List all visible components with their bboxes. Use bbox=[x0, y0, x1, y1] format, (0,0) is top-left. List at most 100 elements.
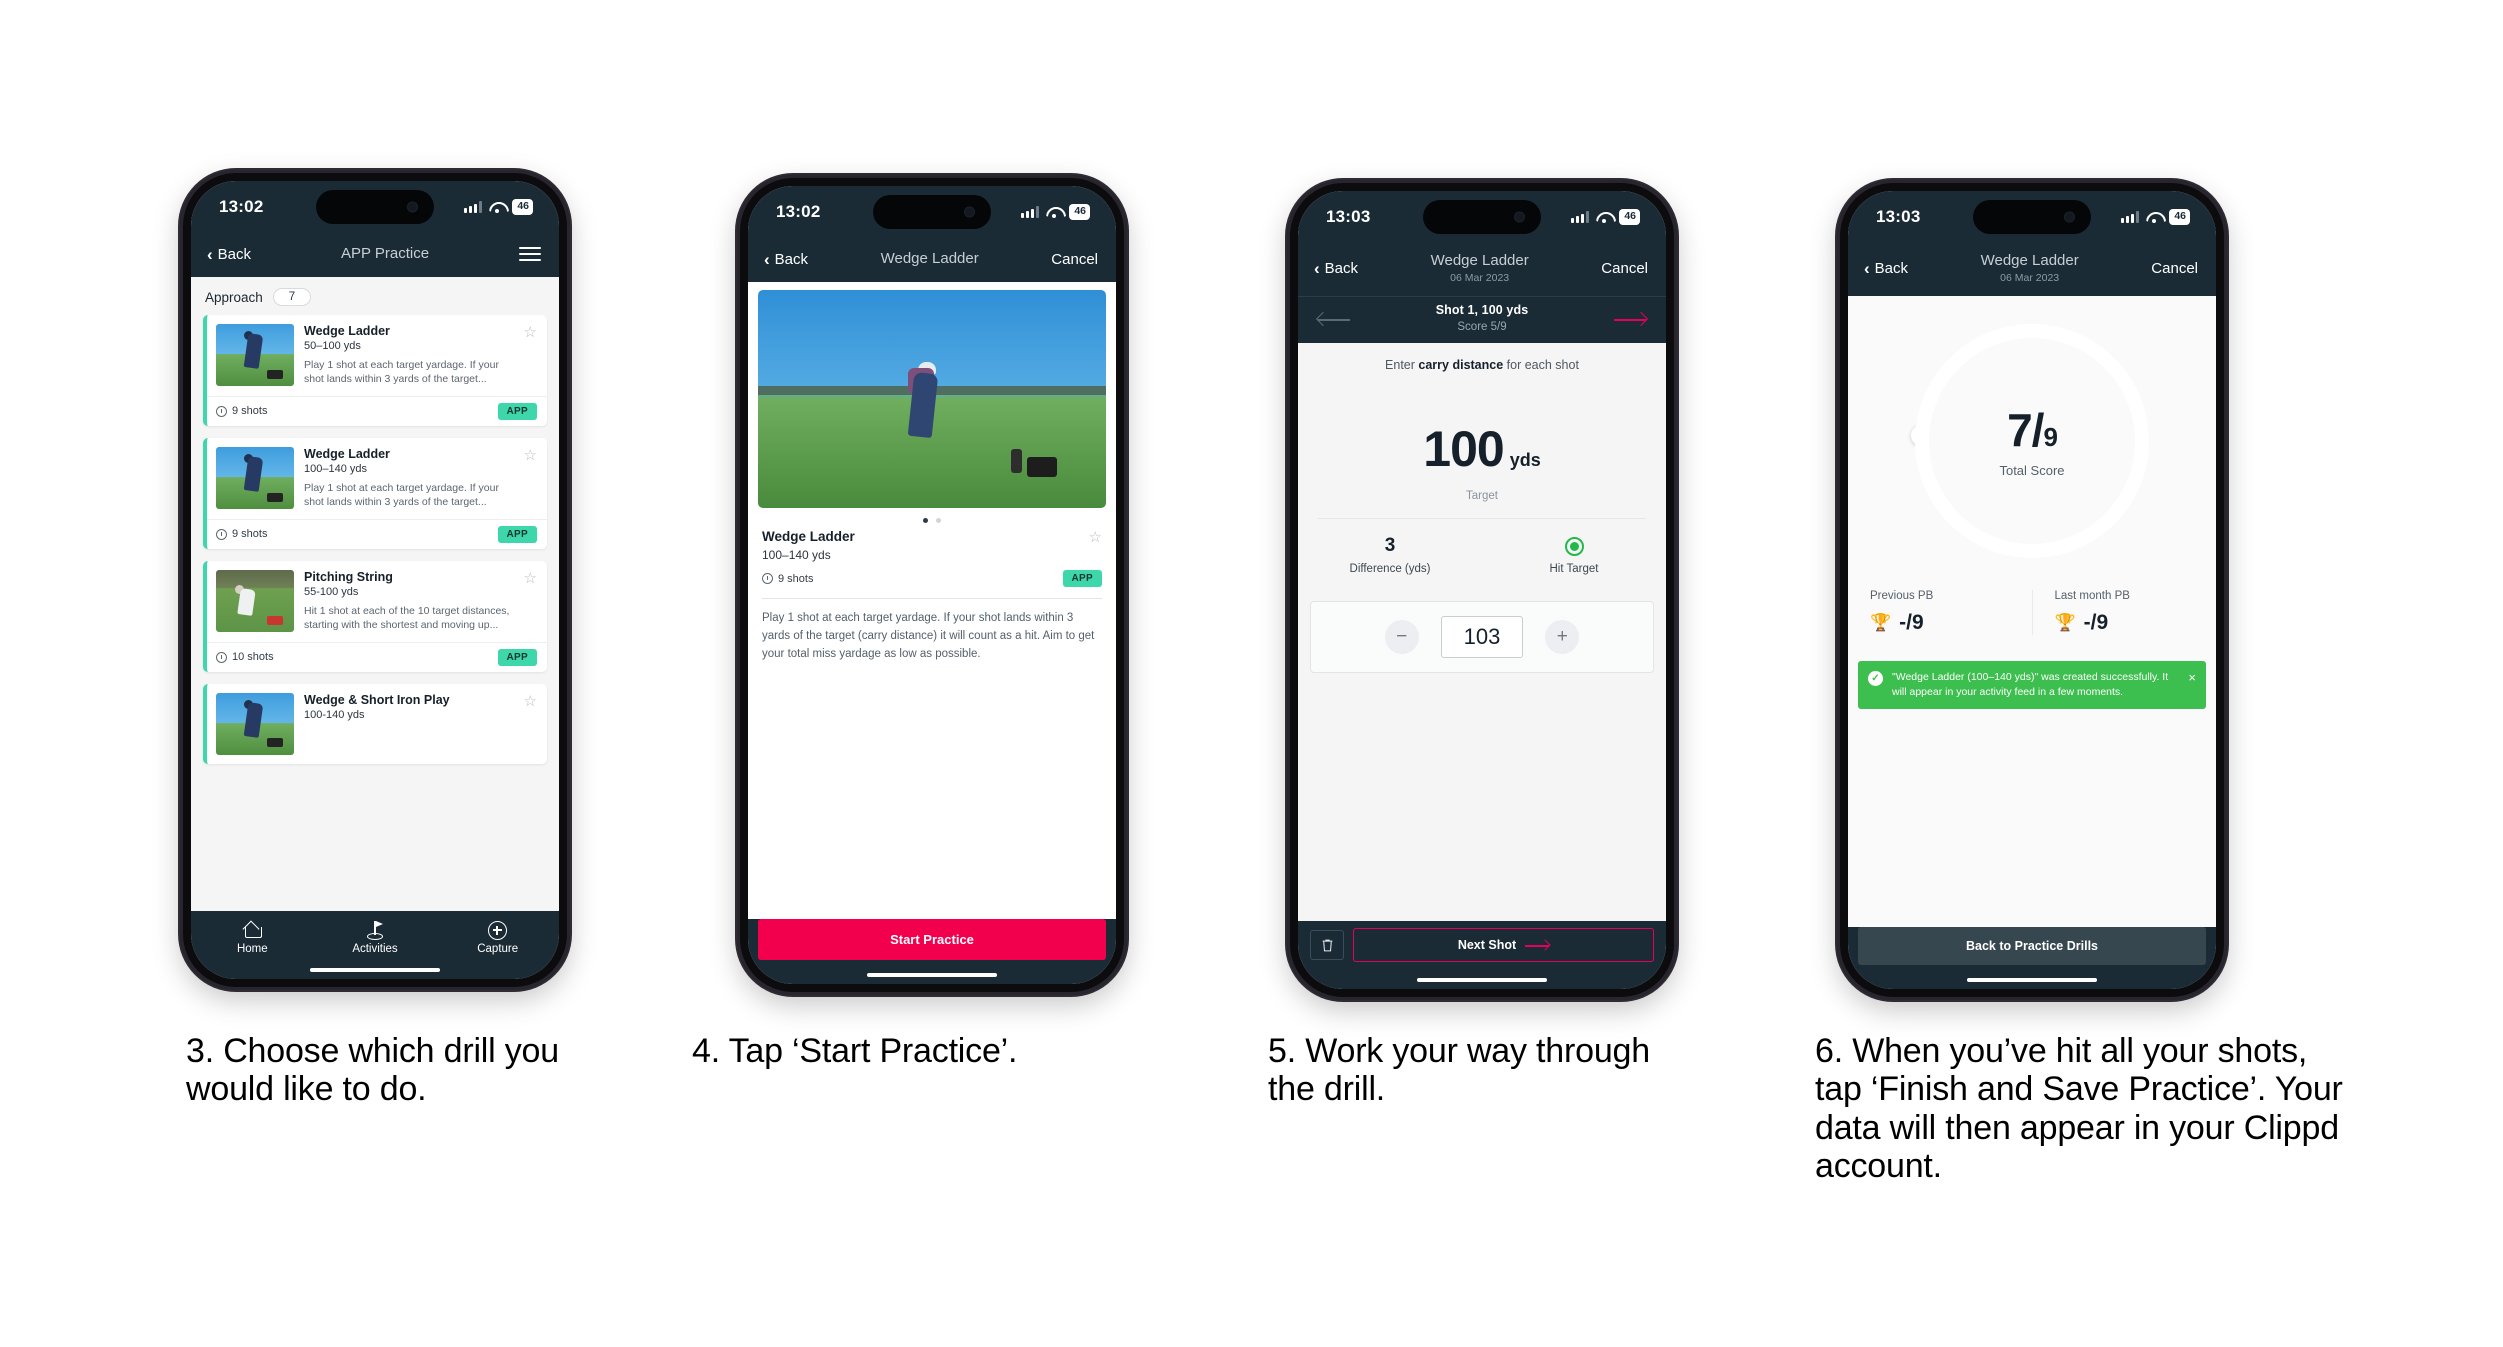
status-indicators: 46 bbox=[1021, 204, 1090, 220]
shot-count: 9 shots bbox=[216, 528, 267, 540]
increment-button[interactable]: + bbox=[1545, 619, 1580, 654]
clock-icon bbox=[216, 405, 227, 417]
tab-activities[interactable]: Activities bbox=[314, 920, 437, 955]
close-icon[interactable]: × bbox=[2188, 671, 2196, 684]
caption-step-4: 4. Tap ‘Start Practice’. bbox=[692, 1032, 1018, 1070]
back-label: Back bbox=[217, 245, 252, 263]
trash-icon[interactable] bbox=[1310, 930, 1344, 960]
drill-description: Play 1 shot at each target yardage. If y… bbox=[762, 612, 1095, 660]
cancel-button[interactable]: Cancel bbox=[1051, 251, 1098, 268]
front-camera-icon bbox=[1514, 211, 1525, 223]
status-indicators: 46 bbox=[464, 199, 533, 215]
next-shot-button[interactable]: Next Shot bbox=[1353, 928, 1654, 962]
score-denominator: 9 bbox=[2043, 422, 2058, 453]
category-tag: APP bbox=[1062, 570, 1102, 587]
carousel-dots[interactable] bbox=[748, 508, 1116, 527]
carry-distance-input[interactable]: 103 bbox=[1440, 615, 1524, 658]
carousel-dot-active bbox=[923, 518, 928, 523]
start-practice-button[interactable]: Start Practice bbox=[758, 919, 1106, 960]
favourite-star-icon[interactable]: ☆ bbox=[524, 694, 537, 755]
phone-3-screen: 13:03 46 ‹ Back Wedge Ladder 06 Mar 2023… bbox=[1298, 191, 1666, 989]
target-display: 100 yds Target bbox=[1298, 420, 1666, 502]
cancel-button[interactable]: Cancel bbox=[1601, 260, 1648, 277]
phone-3-shot-entry: 13:03 46 ‹ Back Wedge Ladder 06 Mar 2023… bbox=[1287, 180, 1677, 1000]
drill-yardage: 100–140 yds bbox=[304, 462, 367, 475]
favourite-star-icon[interactable]: ☆ bbox=[524, 571, 537, 633]
drill-description: Play 1 shot at each target yardage. If y… bbox=[304, 481, 499, 509]
cancel-button[interactable]: Cancel bbox=[2151, 260, 2198, 277]
caption-step-5: 5. Work your way through the drill. bbox=[1268, 1032, 1650, 1109]
phone-1-screen: 13:02 46 ‹ Back APP Practice Approach 7 … bbox=[191, 181, 559, 979]
clock-icon bbox=[216, 651, 227, 663]
drill-card[interactable]: Wedge & Short Iron Play 100-140 yds ☆ bbox=[203, 683, 547, 764]
back-to-practice-drills-button[interactable]: Back to Practice Drills bbox=[1858, 927, 2206, 965]
score-ring: 7/9 Total Score bbox=[1911, 322, 2151, 560]
drill-card-footer: 9 shots APP bbox=[207, 395, 547, 426]
previous-pb-value-row: 🏆 -/9 bbox=[1870, 611, 2032, 635]
tab-home[interactable]: Home bbox=[191, 920, 314, 955]
drill-yardage: 100-140 yds bbox=[304, 708, 365, 721]
status-time: 13:03 bbox=[1876, 207, 1921, 226]
back-label: Back bbox=[774, 250, 809, 268]
hamburger-menu-icon[interactable] bbox=[518, 246, 541, 262]
score-value: 7/9 bbox=[2007, 403, 2058, 457]
tab-capture-label: Capture bbox=[477, 943, 519, 955]
score-section: 7/9 Total Score bbox=[1848, 296, 2216, 560]
drill-yardage: 55-100 yds bbox=[304, 585, 359, 598]
status-indicators: 46 bbox=[1571, 209, 1640, 225]
cta-container: Back to Practice Drills bbox=[1848, 927, 2216, 971]
decrement-button[interactable]: − bbox=[1384, 619, 1419, 654]
drill-card-text: Wedge Ladder 50–100 yds Play 1 shot at e… bbox=[304, 324, 514, 387]
nav-bar: ‹ Back APP Practice bbox=[191, 233, 559, 277]
shot-info: Shot 1, 100 yds Score 5/9 bbox=[1350, 303, 1614, 335]
drill-card[interactable]: Wedge Ladder 50–100 yds Play 1 shot at e… bbox=[203, 315, 547, 426]
back-button[interactable]: ‹ Back bbox=[764, 251, 808, 268]
favourite-star-icon[interactable]: ☆ bbox=[1089, 530, 1102, 545]
drill-hero-image bbox=[758, 290, 1106, 508]
plus-circle-icon bbox=[436, 920, 559, 940]
drill-card-main: Wedge Ladder 100–140 yds Play 1 shot at … bbox=[207, 438, 547, 519]
shot-score: Score 5/9 bbox=[1457, 320, 1507, 333]
phone-1-drill-list: 13:02 46 ‹ Back APP Practice Approach 7 … bbox=[180, 170, 570, 990]
drill-title: Pitching String bbox=[304, 569, 393, 584]
back-button[interactable]: ‹ Back bbox=[207, 246, 251, 263]
tab-activities-label: Activities bbox=[352, 943, 398, 955]
drill-detail: Wedge Ladder ☆ 100–140 yds 9 shots APP P… bbox=[748, 527, 1116, 663]
home-indicator bbox=[191, 961, 559, 979]
page-subtitle: 06 Mar 2023 bbox=[2000, 271, 2060, 284]
page-title: Wedge Ladder bbox=[880, 249, 979, 267]
drill-meta-row: 9 shots APP bbox=[762, 570, 1102, 587]
next-shot-arrow-icon[interactable] bbox=[1614, 311, 1646, 327]
back-label: Back bbox=[1874, 259, 1909, 277]
last-month-pb: Last month PB 🏆 -/9 bbox=[2031, 589, 2217, 635]
next-shot-label: Next Shot bbox=[1457, 938, 1517, 952]
clock-icon bbox=[216, 528, 227, 540]
drill-title: Wedge Ladder bbox=[304, 446, 390, 461]
drill-card[interactable]: Wedge Ladder 100–140 yds Play 1 shot at … bbox=[203, 437, 547, 549]
arrow-right-icon bbox=[1525, 940, 1550, 950]
chevron-left-icon: ‹ bbox=[1864, 258, 1870, 278]
favourite-star-icon[interactable]: ☆ bbox=[524, 448, 537, 510]
drill-list-body: Approach 7 Wedge Ladder 50–100 yds Play … bbox=[191, 277, 559, 911]
drill-card-footer: 9 shots APP bbox=[207, 518, 547, 549]
previous-pb: Previous PB 🏆 -/9 bbox=[1848, 590, 2032, 635]
tab-capture[interactable]: Capture bbox=[436, 920, 559, 955]
trophy-icon: 🏆 bbox=[2054, 613, 2076, 633]
back-button[interactable]: ‹ Back bbox=[1314, 260, 1358, 277]
caption-step-6: 6. When you’ve hit all your shots, tap ‘… bbox=[1815, 1032, 2343, 1186]
favourite-star-icon[interactable]: ☆ bbox=[524, 325, 537, 387]
page-title-text: Wedge Ladder bbox=[1430, 252, 1529, 269]
last-month-pb-value-row: 🏆 -/9 bbox=[2055, 611, 2217, 635]
back-button[interactable]: ‹ Back bbox=[1864, 260, 1908, 277]
section-header: Approach 7 bbox=[191, 277, 559, 315]
success-toast: ✓ "Wedge Ladder (100–140 yds)" was creat… bbox=[1858, 660, 2206, 710]
previous-shot-arrow-icon[interactable] bbox=[1318, 311, 1350, 327]
summary-body: 7/9 Total Score Previous PB 🏆 -/9 Last m… bbox=[1848, 295, 2217, 927]
drill-card-text: Wedge Ladder 100–140 yds Play 1 shot at … bbox=[304, 447, 514, 510]
drill-card[interactable]: Pitching String 55-100 yds Hit 1 shot at… bbox=[203, 560, 547, 672]
nav-bar: ‹ Back Wedge Ladder 06 Mar 2023 Cancel bbox=[1298, 243, 1666, 296]
status-bar: 13:03 46 bbox=[1298, 191, 1666, 243]
status-time: 13:03 bbox=[1326, 207, 1371, 226]
page-title-text: Wedge Ladder bbox=[1980, 252, 2079, 269]
clock-icon bbox=[762, 573, 773, 584]
